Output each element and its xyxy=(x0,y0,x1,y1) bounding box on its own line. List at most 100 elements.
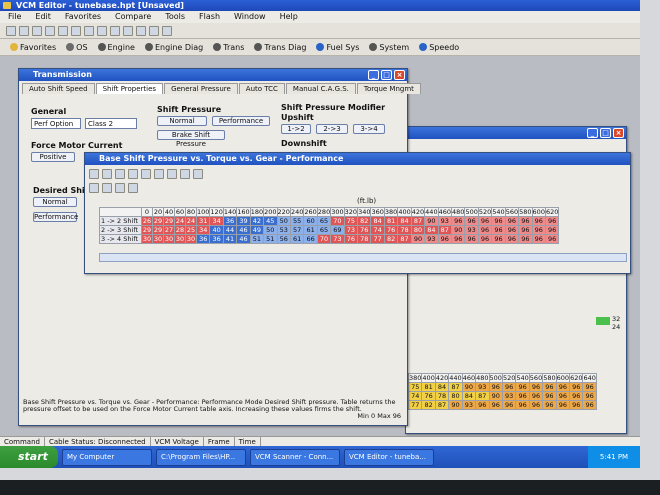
general-class-select[interactable]: Class 2 xyxy=(85,118,137,129)
help-icon[interactable] xyxy=(162,25,172,36)
table-cell[interactable]: 81 xyxy=(421,382,436,392)
table-cell[interactable]: 93 xyxy=(437,216,453,226)
grid-icon[interactable] xyxy=(89,183,99,193)
table-cell[interactable]: 57 xyxy=(289,225,305,235)
color-icon[interactable] xyxy=(115,183,125,193)
table-cell[interactable]: 74 xyxy=(407,391,423,401)
save-icon[interactable] xyxy=(102,169,112,179)
undo-icon[interactable] xyxy=(154,169,164,179)
table-cell[interactable]: 36 xyxy=(209,234,224,244)
table-cell[interactable]: 29 xyxy=(152,225,164,235)
toolbar-fuel-sys[interactable]: Fuel Sys xyxy=(316,43,359,52)
table-cell[interactable]: 93 xyxy=(464,225,479,235)
table-cell[interactable]: 76 xyxy=(421,391,436,401)
table-cell[interactable]: 93 xyxy=(461,400,477,410)
table-cell[interactable]: 78 xyxy=(397,225,412,235)
table-cell[interactable]: 96 xyxy=(542,382,557,392)
table-cell[interactable]: 51 xyxy=(263,234,278,244)
menu-file[interactable]: File xyxy=(8,11,21,23)
table-cell[interactable]: 24 xyxy=(185,216,197,226)
table-cell[interactable]: 45 xyxy=(263,216,278,226)
table-cell[interactable]: 96 xyxy=(477,216,493,226)
table-cell[interactable]: 96 xyxy=(544,225,560,235)
open-icon[interactable] xyxy=(89,169,99,179)
table-cell[interactable]: 40 xyxy=(209,225,224,235)
table-cell[interactable]: 96 xyxy=(515,382,530,392)
table-cell[interactable]: 30 xyxy=(152,234,164,244)
table-cell[interactable]: 96 xyxy=(450,216,466,226)
tab-auto-tcc[interactable]: Auto TCC xyxy=(238,83,285,94)
table-cell[interactable]: 31 xyxy=(195,216,211,226)
table-cell[interactable]: 96 xyxy=(528,391,544,401)
paste-icon[interactable] xyxy=(141,169,151,179)
desired-normal-button[interactable]: Normal xyxy=(33,197,77,207)
table-cell[interactable]: 84 xyxy=(434,382,450,392)
general-option-select[interactable]: Perf Option xyxy=(31,118,81,129)
tab-torque-mngmt[interactable]: Torque Mngmt xyxy=(356,83,421,94)
upshift-1-2-button[interactable]: 1->2 xyxy=(281,124,311,134)
upshift-2-3-button[interactable]: 2->3 xyxy=(316,124,348,134)
horizontal-scrollbar[interactable] xyxy=(99,253,627,262)
table-cell[interactable]: 75 xyxy=(343,216,359,226)
table-cell[interactable]: 96 xyxy=(501,400,517,410)
table-cell[interactable]: 29 xyxy=(152,216,164,226)
table-cell[interactable]: 96 xyxy=(569,391,584,401)
table-cell[interactable]: 34 xyxy=(209,216,224,226)
table-cell[interactable]: 65 xyxy=(316,216,332,226)
table-cell[interactable]: 96 xyxy=(488,400,503,410)
table-cell[interactable]: 90 xyxy=(410,234,426,244)
table-cell[interactable]: 87 xyxy=(410,216,426,226)
table-cell[interactable]: 50 xyxy=(276,216,291,226)
table-cell[interactable]: 96 xyxy=(501,382,517,392)
table-cell[interactable]: 78 xyxy=(357,234,372,244)
table-cell[interactable]: 46 xyxy=(236,234,251,244)
table-cell[interactable]: 96 xyxy=(504,234,520,244)
table-cell[interactable]: 75 xyxy=(407,382,423,392)
table-cell[interactable]: 96 xyxy=(528,382,544,392)
table-cell[interactable]: 66 xyxy=(303,234,318,244)
toolbar-trans[interactable]: Trans xyxy=(213,43,244,52)
table-cell[interactable]: 30 xyxy=(141,234,153,244)
table-cell[interactable]: 73 xyxy=(330,234,345,244)
table-cell[interactable]: 84 xyxy=(461,391,477,401)
maximize-icon[interactable]: □ xyxy=(600,128,611,138)
table-cell[interactable]: 61 xyxy=(289,234,305,244)
menu-favorites[interactable]: Favorites xyxy=(65,11,101,23)
table-cell[interactable]: 65 xyxy=(316,225,332,235)
table-cell[interactable]: 39 xyxy=(236,216,251,226)
table-cell[interactable]: 96 xyxy=(518,216,533,226)
shift-pressure-table[interactable]: 0 20 40 60 80 100 120 140 160 180 200 220 240 260 280 3… xyxy=(99,207,560,244)
paste-icon[interactable] xyxy=(71,25,81,36)
table-cell[interactable]: 42 xyxy=(249,216,265,226)
compare-icon[interactable] xyxy=(123,25,133,36)
table-cell[interactable]: 87 xyxy=(448,382,463,392)
write-icon[interactable] xyxy=(110,25,120,36)
menu-compare[interactable]: Compare xyxy=(115,11,151,23)
toolbar-engine-diag[interactable]: Engine Diag xyxy=(144,43,203,52)
start-button[interactable]: start xyxy=(0,446,58,468)
table-cell[interactable]: 93 xyxy=(424,234,439,244)
table-cell[interactable]: 96 xyxy=(437,234,453,244)
table-cell[interactable]: 29 xyxy=(141,225,153,235)
table-cell[interactable]: 96 xyxy=(477,234,493,244)
table-cell[interactable]: 82 xyxy=(421,400,436,410)
add-icon[interactable] xyxy=(167,169,177,179)
copy-icon[interactable] xyxy=(58,25,68,36)
table-cell[interactable]: 84 xyxy=(370,216,385,226)
table-icon[interactable] xyxy=(102,183,112,193)
minimize-icon[interactable]: _ xyxy=(368,70,379,80)
table-cell[interactable]: 93 xyxy=(475,382,490,392)
task-vcm-scanner[interactable]: VCM Scanner - Conn... xyxy=(250,448,340,466)
table-cell[interactable]: 34 xyxy=(195,225,211,235)
table-cell[interactable]: 90 xyxy=(461,382,477,392)
table-cell[interactable]: 96 xyxy=(582,400,597,410)
table-cell[interactable]: 82 xyxy=(383,234,399,244)
table-cell[interactable]: 96 xyxy=(555,382,571,392)
table-cell[interactable]: 70 xyxy=(330,216,345,226)
table-cell[interactable]: 55 xyxy=(289,216,305,226)
table-cell[interactable]: 96 xyxy=(528,400,544,410)
table-cell[interactable]: 96 xyxy=(569,382,584,392)
print-icon[interactable] xyxy=(115,169,125,179)
table-cell[interactable]: 96 xyxy=(531,216,546,226)
tab-general-pressure[interactable]: General Pressure xyxy=(164,83,238,94)
